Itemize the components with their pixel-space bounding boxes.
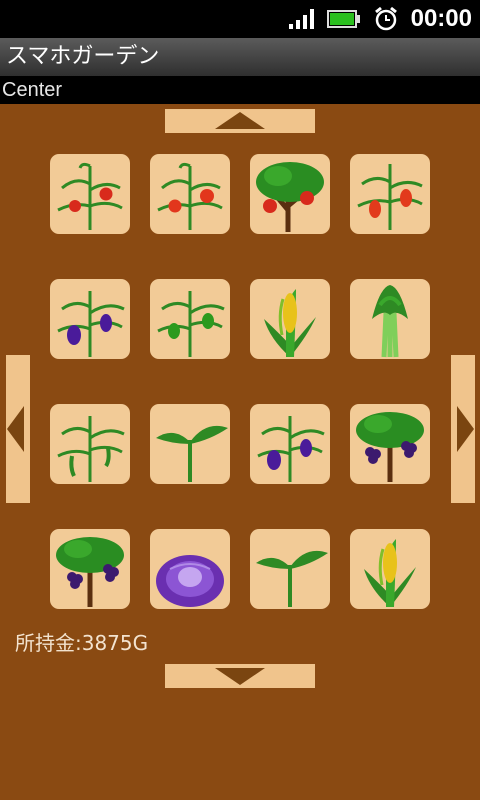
status-icons: 00:00 bbox=[288, 0, 472, 38]
garden-plot-tomato-plant[interactable] bbox=[50, 154, 130, 234]
garden-plot-eggplant-plant[interactable] bbox=[50, 279, 130, 359]
sprout-icon bbox=[156, 425, 228, 482]
sprout-icon bbox=[256, 550, 328, 607]
up-arrow-icon bbox=[215, 112, 265, 129]
clock-time: 00:00 bbox=[410, 5, 472, 32]
scroll-down-button[interactable] bbox=[165, 664, 315, 688]
scroll-up-button[interactable] bbox=[165, 109, 315, 133]
garden-plot-eggplant-plant[interactable] bbox=[250, 404, 330, 484]
apple-tree-icon bbox=[256, 162, 324, 232]
corn-plant-icon bbox=[364, 539, 416, 607]
eggplant-plant-icon bbox=[257, 416, 325, 482]
left-arrow-icon bbox=[7, 406, 24, 452]
eggplant-plant-icon bbox=[57, 291, 125, 357]
grape-tree-icon bbox=[56, 537, 124, 607]
garden-plot-sprout[interactable] bbox=[150, 404, 230, 484]
tomato-plant-icon bbox=[157, 162, 223, 230]
battery-icon bbox=[326, 10, 360, 28]
right-arrow-icon bbox=[457, 406, 474, 452]
status-bar: 00:00 bbox=[0, 0, 480, 38]
garden-plot-green-pepper-plant[interactable] bbox=[150, 279, 230, 359]
garden-plot-grape-tree[interactable] bbox=[50, 529, 130, 609]
bean-plant-icon bbox=[57, 416, 125, 482]
location-label: Center bbox=[0, 76, 480, 104]
scroll-right-button[interactable] bbox=[451, 355, 475, 503]
garden-plot-bean-plant[interactable] bbox=[50, 404, 130, 484]
scroll-left-button[interactable] bbox=[6, 355, 30, 503]
corn-plant-icon bbox=[264, 289, 316, 357]
signal-icon bbox=[288, 9, 314, 29]
money-label: 所持金:3875G bbox=[15, 631, 149, 655]
garden-plot-red-cabbage[interactable] bbox=[150, 529, 230, 609]
garden-plot-corn-plant[interactable] bbox=[250, 279, 330, 359]
app-title: スマホガーデン bbox=[0, 38, 480, 76]
red-pepper-plant-icon bbox=[357, 164, 423, 230]
down-arrow-icon bbox=[215, 668, 265, 685]
alarm-clock-icon bbox=[374, 6, 397, 31]
garden-plot-tomato-plant[interactable] bbox=[150, 154, 230, 234]
green-pepper-plant-icon bbox=[157, 291, 225, 357]
garden-plot-pepper-plant[interactable] bbox=[350, 154, 430, 234]
garden-plot-corn-plant[interactable] bbox=[350, 529, 430, 609]
garden-plot-sprout[interactable] bbox=[250, 529, 330, 609]
garden-plot-apple-tree[interactable] bbox=[250, 154, 330, 234]
garden-plot-celery-plant[interactable] bbox=[350, 279, 430, 359]
grape-tree-icon bbox=[356, 412, 424, 482]
garden-plot-grape-tree[interactable] bbox=[350, 404, 430, 484]
celery-plant-icon bbox=[372, 285, 408, 358]
tomato-plant-icon bbox=[57, 162, 123, 230]
red-cabbage-icon bbox=[156, 555, 224, 607]
